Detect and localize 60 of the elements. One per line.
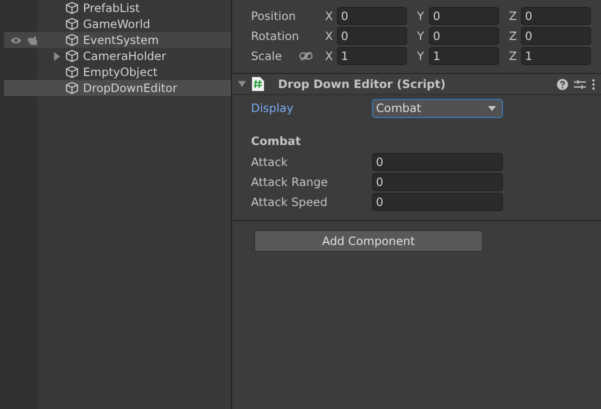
hierarchy-item[interactable]: GameWorld (37, 16, 231, 32)
number-field[interactable]: 0 (521, 7, 591, 25)
axis-label: X (325, 9, 334, 23)
object-name: GameWorld (83, 17, 150, 31)
hand-icon[interactable] (27, 35, 38, 46)
axis-label: Z (509, 29, 518, 43)
object-name: PrefabList (83, 1, 140, 15)
cube-icon (65, 33, 79, 47)
number-field[interactable]: 0 (372, 173, 503, 191)
number-field[interactable]: 0 (429, 27, 499, 45)
object-name: EventSystem (83, 33, 159, 47)
cube-icon (65, 17, 79, 31)
axis-label: Y (417, 29, 426, 43)
axis-label: Z (509, 9, 518, 23)
eye-icon[interactable] (10, 36, 22, 45)
collapsed-arrow-icon[interactable] (53, 52, 61, 61)
object-name: EmptyObject (83, 65, 158, 79)
axis-label: Z (509, 49, 518, 63)
number-field[interactable]: 0 (337, 27, 407, 45)
dropdown[interactable]: Combat (372, 98, 503, 118)
sliders-icon[interactable] (574, 78, 586, 90)
property-label: Attack Speed (251, 195, 328, 209)
axis-label: X (325, 29, 334, 43)
cube-icon (65, 49, 79, 63)
hierarchy-item[interactable]: PrefabList (37, 0, 231, 16)
number-field[interactable]: 0 (337, 7, 407, 25)
script-icon (252, 77, 264, 91)
add-component-button[interactable]: Add Component (254, 230, 483, 252)
property-label: Attack Range (251, 175, 329, 189)
number-field[interactable]: 0 (372, 153, 503, 171)
selected-hierarchy-row[interactable]: DropDownEditor (4, 80, 231, 96)
number-field[interactable]: 0 (372, 193, 503, 211)
expanded-arrow-icon[interactable] (238, 80, 246, 88)
property-label: Display (251, 101, 294, 115)
cube-icon (65, 81, 79, 95)
object-name: CameraHolder (83, 49, 166, 63)
number-field[interactable]: 0 (521, 27, 591, 45)
property-label: Position (251, 9, 297, 23)
hierarchy-item[interactable]: EmptyObject (37, 64, 231, 80)
property-label: Rotation (251, 29, 299, 43)
axis-label: Y (417, 9, 426, 23)
link-icon[interactable] (299, 51, 313, 61)
section-heading: Combat (250, 133, 302, 150)
cube-icon (65, 65, 79, 79)
cube-icon (65, 1, 79, 15)
help-icon[interactable] (557, 78, 568, 90)
hierarchy-item[interactable]: CameraHolder (37, 48, 231, 64)
component-title: Drop Down Editor (Script) (278, 77, 447, 91)
object-name: DropDownEditor (83, 81, 178, 95)
caret-icon (488, 106, 496, 110)
number-field[interactable]: 0 (429, 7, 499, 25)
property-label: Scale (251, 49, 283, 63)
axis-label: X (325, 49, 334, 63)
more-icon[interactable] (592, 78, 595, 90)
property-label: Attack (251, 155, 289, 169)
number-field[interactable]: 1 (337, 47, 407, 65)
number-field[interactable]: 1 (429, 47, 499, 65)
hierarchy-item[interactable]: EventSystem (4, 32, 231, 48)
axis-label: Y (417, 49, 426, 63)
number-field[interactable]: 1 (521, 47, 591, 65)
